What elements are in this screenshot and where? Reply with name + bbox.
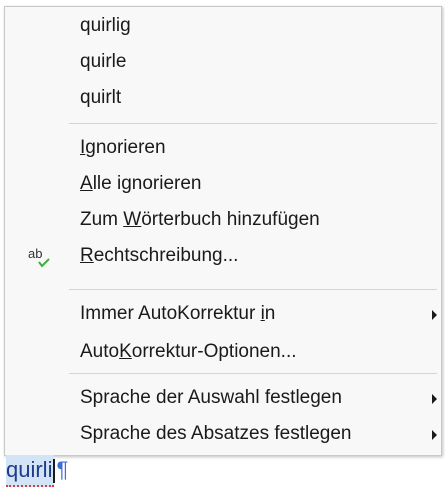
suggestion-item-1[interactable]: quirlig — [5, 9, 441, 45]
ignore-all-item[interactable]: Alle ignorieren — [5, 167, 441, 203]
set-language-selection-label: Sprache der Auswahl festlegen — [80, 387, 342, 408]
suggestion-label: quirlt — [80, 87, 122, 108]
menu-separator — [69, 123, 437, 124]
submenu-arrow-icon — [432, 310, 437, 320]
ignore-label: Ignorieren — [80, 137, 166, 158]
menu-separator — [69, 289, 437, 290]
autocorrect-options-label: AutoKorrektur-Optionen... — [80, 341, 297, 362]
set-language-paragraph-item[interactable]: Sprache des Absatzes festlegen — [5, 417, 441, 453]
suggestion-item-3[interactable]: quirlt — [5, 81, 441, 117]
pilcrow-mark: ¶ — [56, 457, 69, 482]
submenu-arrow-icon — [432, 430, 437, 440]
spellcheck-icon: ab — [28, 246, 50, 268]
svg-text:ab: ab — [28, 246, 42, 261]
submenu-arrow-icon — [432, 394, 437, 404]
ignore-item[interactable]: Ignorieren — [5, 131, 441, 167]
always-autocorrect-label: Immer AutoKorrektur in — [80, 303, 276, 324]
suggestion-label: quirle — [80, 51, 127, 72]
ignore-all-label: Alle ignorieren — [80, 173, 202, 194]
spelling-label: Rechtschreibung... — [80, 245, 239, 266]
add-to-dictionary-item[interactable]: Zum Wörterbuch hinzufügen — [5, 203, 441, 239]
autocorrect-options-item[interactable]: AutoKorrektur-Optionen... — [5, 335, 441, 371]
misspelled-word[interactable]: quirli — [6, 455, 55, 487]
spelling-item[interactable]: ab Rechtschreibung... — [5, 239, 441, 275]
suggestion-item-2[interactable]: quirle — [5, 45, 441, 81]
document-text-line[interactable]: quirli ¶ — [6, 455, 68, 487]
add-to-dictionary-label: Zum Wörterbuch hinzufügen — [80, 209, 320, 230]
menu-separator — [69, 373, 437, 374]
set-language-selection-item[interactable]: Sprache der Auswahl festlegen — [5, 381, 441, 417]
always-autocorrect-item[interactable]: Immer AutoKorrektur in — [5, 297, 441, 333]
suggestion-label: quirlig — [80, 15, 131, 36]
spellcheck-context-menu: quirlig quirle quirlt Ignorieren Alle ig… — [4, 6, 442, 456]
set-language-paragraph-label: Sprache des Absatzes festlegen — [80, 423, 352, 444]
